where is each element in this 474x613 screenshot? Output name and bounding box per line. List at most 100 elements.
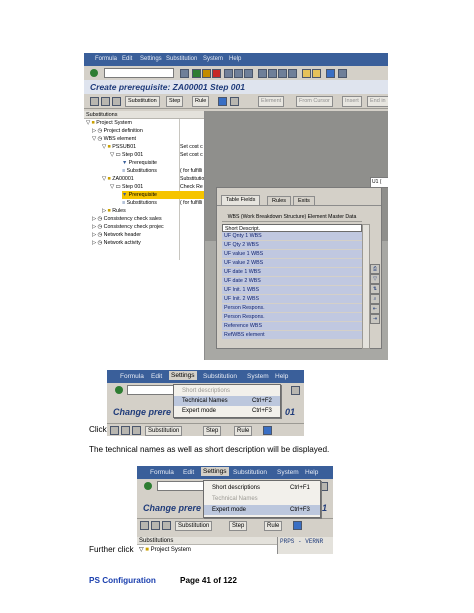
tree-node-substitutions[interactable]: ≡ Substitutions [122, 167, 157, 175]
back-icon[interactable] [192, 69, 201, 78]
find-icon[interactable] [234, 69, 243, 78]
menu-help[interactable]: Help [275, 373, 288, 380]
tree-node-project-system[interactable]: ▽ ■ Project System [139, 546, 191, 554]
menu-item-expert-mode[interactable]: Expert mode Ctrl+F3 [204, 505, 320, 515]
field-row[interactable]: Person Respons. [222, 304, 362, 313]
tree-node-consistency-project[interactable]: ▷ ◷ Consistency check projec [92, 223, 164, 231]
column-header-short-description[interactable]: Short Descript. [222, 224, 362, 232]
first-page-icon[interactable] [258, 69, 267, 78]
menu-settings[interactable]: Settings [140, 56, 162, 62]
tree-node-network-activity[interactable]: ▷ ◷ Network activity [92, 239, 141, 247]
command-field[interactable] [127, 385, 179, 395]
substitution-button[interactable]: Substitution [125, 96, 160, 107]
field-row[interactable]: UF Qnty 1 WBS [222, 232, 362, 241]
field-row[interactable]: UF Init. 2 WBS [222, 295, 362, 304]
enter-icon[interactable] [115, 386, 123, 394]
step-button[interactable]: Step [166, 96, 184, 107]
tree-node-pssub01[interactable]: ▽ ■ PSSUB01 [102, 143, 136, 151]
tree-node-za00001[interactable]: ▽ ■ ZA00001 [102, 175, 134, 183]
substitution-button[interactable]: Substitution [175, 521, 213, 531]
delete-icon[interactable] [132, 426, 141, 435]
rule-button[interactable]: Rule [192, 96, 210, 107]
info-icon[interactable] [218, 97, 227, 106]
tree-node-project-system[interactable]: ▽ ■ Project System [86, 119, 132, 127]
menu-substitution[interactable]: Substitution [233, 469, 267, 476]
menu-system[interactable]: System [203, 56, 223, 62]
menu-help[interactable]: Help [305, 469, 318, 476]
field-row[interactable]: Person Respons. [222, 313, 362, 322]
command-field[interactable] [104, 68, 174, 78]
menu-item-technical-names[interactable]: Technical Names [204, 494, 320, 504]
field-row[interactable]: RefWBS element [222, 331, 362, 340]
menu-settings-open[interactable]: Settings [169, 371, 197, 380]
step-button[interactable]: Step [229, 521, 248, 531]
insert-icon[interactable]: ⇤ [370, 304, 380, 314]
field-row[interactable]: UF Init. 1 WBS [222, 286, 362, 295]
field-row[interactable]: UF value 1 WBS [222, 250, 362, 259]
print-icon[interactable] [224, 69, 233, 78]
rule-button[interactable]: Rule [264, 521, 283, 531]
tree-node-project-definition[interactable]: ▷ ◷ Project definition [92, 127, 143, 135]
step-button[interactable]: Step [203, 426, 222, 436]
tree-node-wbs-element[interactable]: ▽ ◷ WBS element [92, 135, 136, 143]
create-session-icon[interactable] [302, 69, 311, 78]
menu-item-expert-mode[interactable]: Expert mode Ctrl+F3 [174, 406, 280, 416]
menu-edit[interactable]: Edit [183, 469, 194, 476]
menu-edit[interactable]: Edit [122, 56, 132, 62]
menu-help[interactable]: Help [229, 56, 241, 62]
tree-node-prerequisite[interactable]: ▼ Prerequisite [122, 159, 157, 167]
insert-button[interactable]: Insert [342, 96, 362, 107]
filter-icon[interactable]: ▽ [370, 274, 380, 284]
command-field[interactable] [157, 481, 207, 491]
element-button[interactable]: Element [258, 96, 285, 107]
copy-icon[interactable] [151, 521, 160, 530]
exit-icon[interactable] [202, 69, 211, 78]
menu-substitution[interactable]: Substitution [166, 56, 197, 62]
append-icon[interactable]: ⇥ [370, 314, 380, 324]
menu-item-technical-names[interactable]: Technical Names Ctrl+F2 [174, 396, 280, 406]
tree-node-step-001[interactable]: ▽ ▭ Step 001 [110, 183, 143, 191]
find-next-icon[interactable] [244, 69, 253, 78]
menu-system[interactable]: System [277, 469, 299, 476]
cancel-icon[interactable] [212, 69, 221, 78]
display-change-icon[interactable] [90, 97, 99, 106]
tree-node-substitutions[interactable]: ≡ Substitutions [122, 199, 157, 207]
check-icon[interactable] [230, 97, 239, 106]
menu-formula[interactable]: Formula [150, 469, 174, 476]
layout-icon[interactable] [291, 386, 300, 395]
menu-settings-open[interactable]: Settings [201, 467, 229, 476]
sort-icon[interactable]: ⇅ [370, 284, 380, 294]
from-cursor-button[interactable]: From Cursor [296, 96, 333, 107]
field-row[interactable]: UF date 1 WBS [222, 268, 362, 277]
menu-item-short-descriptions[interactable]: Short descriptions Ctrl+F1 [204, 483, 320, 493]
tree-node-network-header[interactable]: ▷ ◷ Network header [92, 231, 141, 239]
field-row[interactable]: UF value 2 WBS [222, 259, 362, 268]
display-change-icon[interactable] [110, 426, 119, 435]
tree-node-rules[interactable]: ▷ ■ Rules [102, 207, 126, 215]
copy-icon[interactable] [101, 97, 110, 106]
field-list-scrollbar[interactable] [362, 224, 370, 349]
tree-node-prerequisite-selected[interactable]: ▼ Prerequisite [122, 191, 204, 199]
previous-page-icon[interactable] [268, 69, 277, 78]
end-in-button[interactable]: End in [367, 96, 388, 107]
field-row[interactable]: UF date 2 WBS [222, 277, 362, 286]
shortcut-icon[interactable] [312, 69, 321, 78]
delete-icon[interactable] [112, 97, 121, 106]
tree-node-consistency-sales[interactable]: ▷ ◷ Consistency check sales [92, 215, 162, 223]
substitution-button[interactable]: Substitution [145, 426, 183, 436]
menu-item-short-descriptions[interactable]: Short descriptions [174, 386, 280, 396]
next-page-icon[interactable] [278, 69, 287, 78]
menu-system[interactable]: System [247, 373, 269, 380]
display-change-icon[interactable] [140, 521, 149, 530]
info-icon[interactable] [263, 426, 272, 435]
print-icon[interactable]: ⎙ [370, 264, 380, 274]
field-row[interactable]: Reference WBS [222, 322, 362, 331]
rule-button[interactable]: Rule [234, 426, 253, 436]
enter-icon[interactable] [144, 482, 152, 490]
menu-formula[interactable]: Formula [120, 373, 144, 380]
tree-node-step-001[interactable]: ▽ ▭ Step 001 [110, 151, 143, 159]
info-icon[interactable] [293, 521, 302, 530]
help-icon[interactable] [326, 69, 335, 78]
menu-edit[interactable]: Edit [151, 373, 162, 380]
last-page-icon[interactable] [288, 69, 297, 78]
